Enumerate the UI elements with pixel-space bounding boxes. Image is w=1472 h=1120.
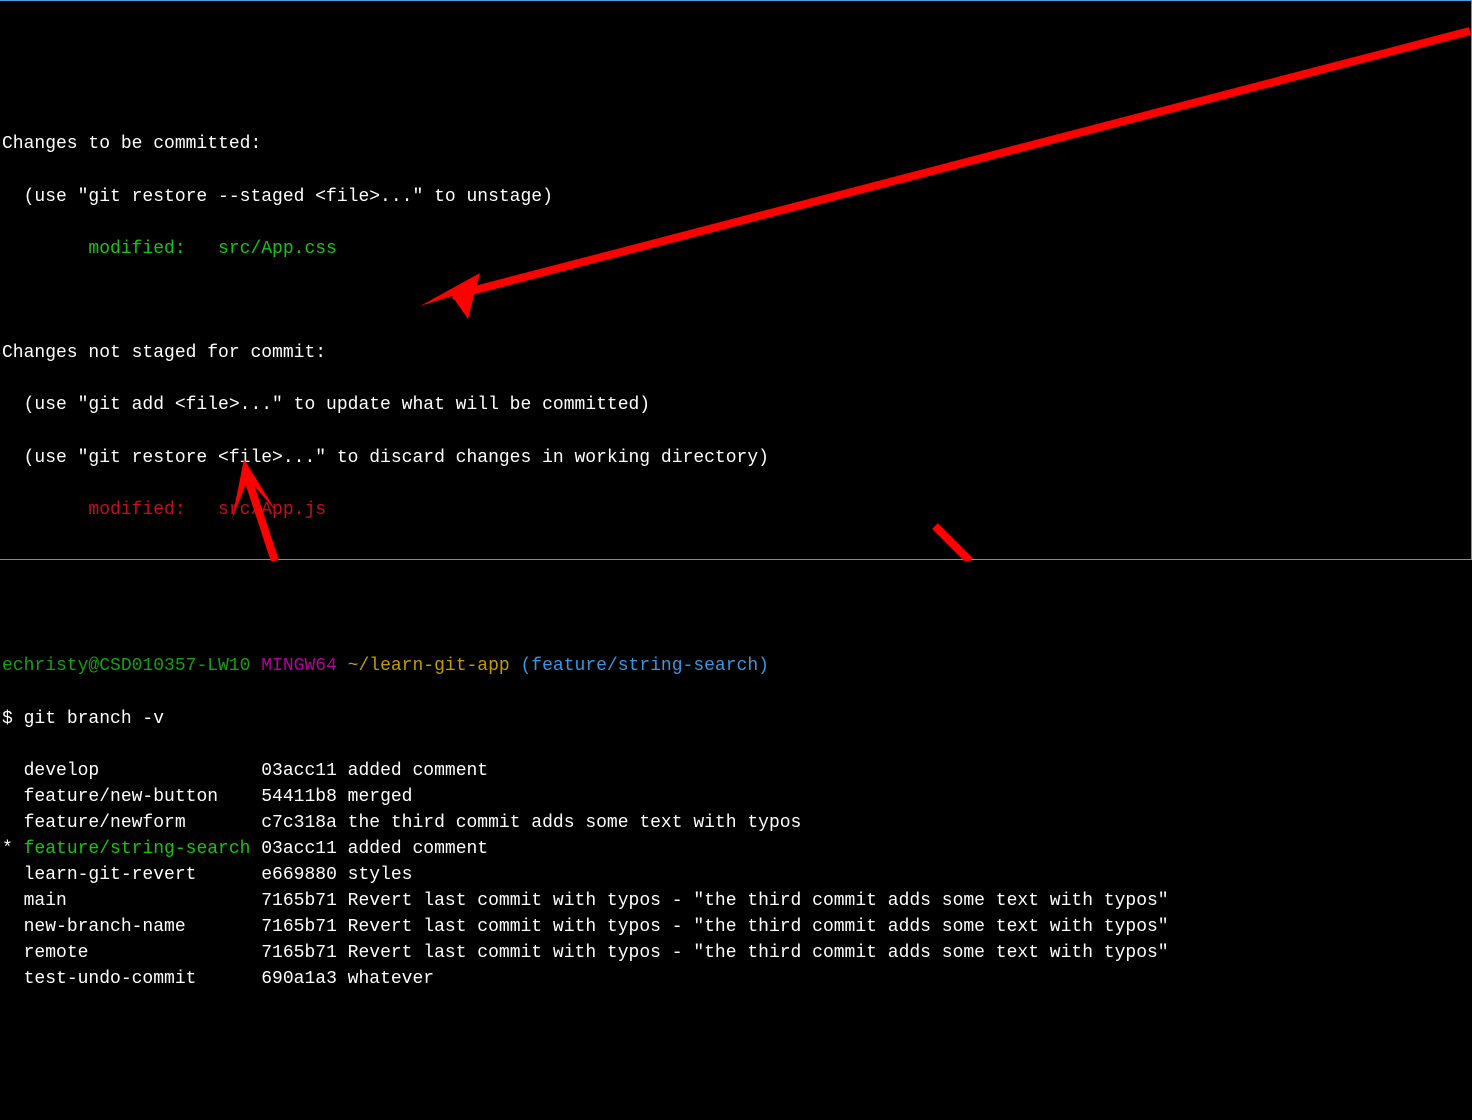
branch-marker xyxy=(2,865,24,885)
prompt-symbol: $ xyxy=(2,709,24,729)
branch-marker xyxy=(2,891,24,911)
branch-commit-msg: the third commit adds some text with typ… xyxy=(337,813,801,833)
prompt-user: echristy xyxy=(2,656,88,676)
branch-name: feature/newform xyxy=(24,813,251,833)
branch-row: * feature/string-search 03acc11 added co… xyxy=(2,836,1469,862)
branch-row: feature/newform c7c318a the third commit… xyxy=(2,810,1469,836)
branch-marker xyxy=(2,813,24,833)
branch-hash: 7165b71 xyxy=(250,917,336,937)
status-staged-hint: (use "git restore --staged <file>..." to… xyxy=(2,187,553,207)
branch-marker xyxy=(2,969,24,989)
branch-commit-msg: Revert last commit with typos - "the thi… xyxy=(337,891,1169,911)
branch-marker xyxy=(2,761,24,781)
branch-name: test-undo-commit xyxy=(24,969,251,989)
branch-hash: 7165b71 xyxy=(250,891,336,911)
branch-commit-msg: whatever xyxy=(337,969,434,989)
branch-commit-msg: added comment xyxy=(337,839,488,859)
branch-name: feature/string-search xyxy=(24,839,251,859)
branch-name: develop xyxy=(24,761,251,781)
branch-name: remote xyxy=(24,943,251,963)
branch-row: develop 03acc11 added comment xyxy=(2,758,1469,784)
branch-commit-msg: Revert last commit with typos - "the thi… xyxy=(337,917,1169,937)
command-line: $ git branch -v xyxy=(2,706,1469,732)
branch-hash: e669880 xyxy=(250,865,336,885)
branch-hash: 03acc11 xyxy=(250,761,336,781)
branch-hash: 690a1a3 xyxy=(250,969,336,989)
prompt-branch: (feature/string-search) xyxy=(510,656,769,676)
branch-commit-msg: merged xyxy=(337,787,413,807)
branch-marker: * xyxy=(2,839,24,859)
branch-name: feature/new-button xyxy=(24,787,251,807)
branch-row: test-undo-commit 690a1a3 whatever xyxy=(2,966,1469,992)
status-staged-header: Changes to be committed: xyxy=(2,134,261,154)
status-unstaged-file: modified: src/App.js xyxy=(2,500,326,520)
branch-name: learn-git-revert xyxy=(24,865,251,885)
status-unstaged-header: Changes not staged for commit: xyxy=(2,343,326,363)
branch-row: remote 7165b71 Revert last commit with t… xyxy=(2,940,1469,966)
status-unstaged-hint2: (use "git restore <file>..." to discard … xyxy=(2,448,769,468)
branch-marker xyxy=(2,787,24,807)
branch-commit-msg: styles xyxy=(337,865,413,885)
branch-hash: 54411b8 xyxy=(250,787,336,807)
status-unstaged-hint1: (use "git add <file>..." to update what … xyxy=(2,395,650,415)
branch-hash: 7165b71 xyxy=(250,943,336,963)
branch-row: main 7165b71 Revert last commit with typ… xyxy=(2,888,1469,914)
branch-name: new-branch-name xyxy=(24,917,251,937)
prompt-line: echristy@CSD010357-LW10 MINGW64 ~/learn-… xyxy=(2,653,1469,679)
branch-row: new-branch-name 7165b71 Revert last comm… xyxy=(2,914,1469,940)
branch-commit-msg: added comment xyxy=(337,761,488,781)
prompt-host: @CSD010357-LW10 xyxy=(88,656,250,676)
branch-hash: c7c318a xyxy=(250,813,336,833)
branch-name: main xyxy=(24,891,251,911)
branch-row: feature/new-button 54411b8 merged xyxy=(2,784,1469,810)
branch-marker xyxy=(2,943,24,963)
status-staged-file: modified: src/App.css xyxy=(2,239,337,259)
branch-row: learn-git-revert e669880 styles xyxy=(2,862,1469,888)
branch-hash: 03acc11 xyxy=(250,839,336,859)
command-text: git branch -v xyxy=(24,709,164,729)
branch-commit-msg: Revert last commit with typos - "the thi… xyxy=(337,943,1169,963)
branch-marker xyxy=(2,917,24,937)
branch-list: develop 03acc11 added comment feature/ne… xyxy=(2,758,1469,993)
prompt-env: MINGW64 xyxy=(250,656,336,676)
prompt-path: ~/learn-git-app xyxy=(337,656,510,676)
terminal-output[interactable]: Changes to be committed: (use "git resto… xyxy=(0,105,1471,1018)
